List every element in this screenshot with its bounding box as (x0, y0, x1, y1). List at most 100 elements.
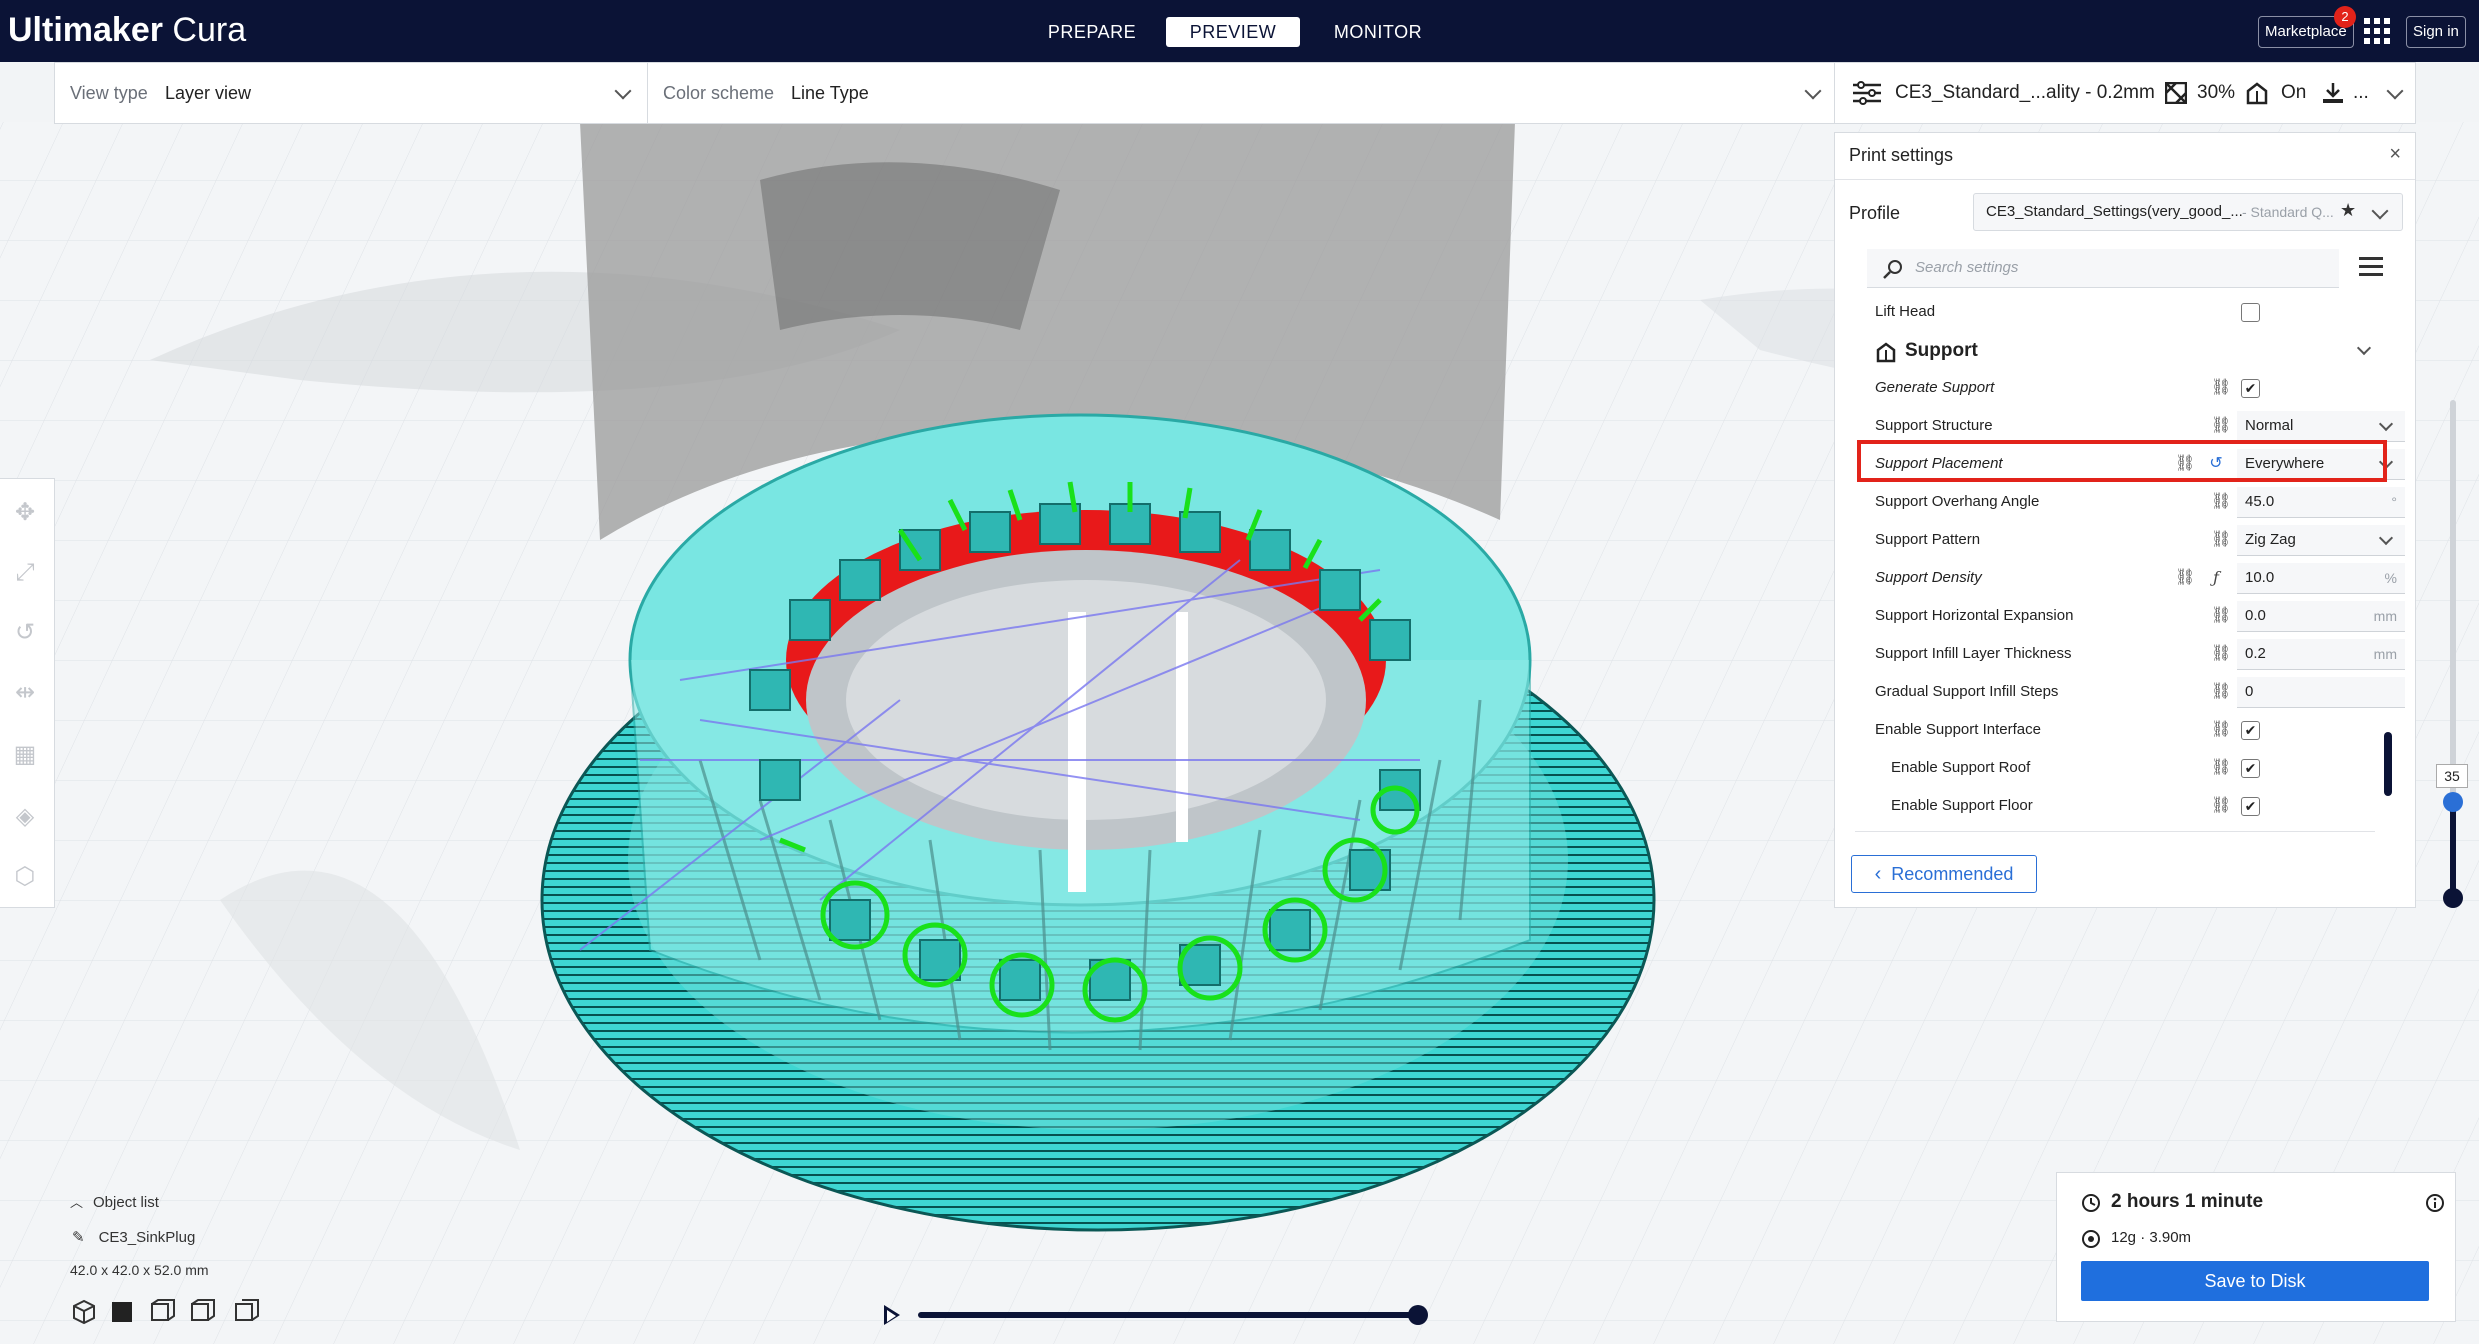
top-bar: Ultimaker Cura PREPARE PREVIEW MONITOR M… (0, 0, 2479, 62)
support-value: On (2281, 82, 2307, 103)
setting-label: Gradual Support Infill Steps (1875, 683, 2059, 700)
chevron-down-icon[interactable] (614, 82, 632, 100)
save-to-disk-button[interactable]: Save to Disk (2081, 1261, 2429, 1301)
support-pattern-select[interactable]: Zig Zag (2237, 525, 2405, 556)
support-structure-select[interactable]: Normal (2237, 411, 2405, 442)
stage-preview[interactable]: PREVIEW (1166, 17, 1300, 47)
setting-support-infill-layer-thickness: Support Infill Layer Thickness ⛓ 0.2 mm (1875, 635, 2405, 673)
path-slider-track[interactable] (918, 1312, 1418, 1318)
settings-visibility-menu-icon[interactable] (2359, 257, 2383, 277)
app-logo: Ultimaker Cura (8, 11, 247, 49)
enable-support-interface-checkbox[interactable]: ✔ (2241, 721, 2260, 740)
setting-enable-support-floor: Enable Support Floor ⛓ ✔ (1875, 787, 2375, 825)
spool-icon (2082, 1230, 2100, 1248)
view-type-dropdown[interactable]: Layer view (165, 63, 251, 123)
profile-summary: CE3_Standard_...ality - 0.2mm (1895, 82, 2155, 103)
chevron-down-icon[interactable] (2386, 82, 2404, 100)
print-setup-bar[interactable]: CE3_Standard_...ality - 0.2mm 30% On ... (1834, 62, 2416, 124)
function-icon: ƒ (2213, 568, 2219, 587)
setting-label: Enable Support Roof (1891, 759, 2031, 776)
profile-quality: - Standard Q... (2242, 204, 2334, 220)
setting-label: Lift Head (1875, 303, 1936, 320)
divider (647, 63, 648, 123)
profile-dropdown[interactable]: CE3_Standard_Settings(very_good_... - St… (1973, 193, 2403, 231)
setting-label: Support Horizontal Expansion (1875, 607, 2074, 624)
chevron-left-icon: ‹ (1874, 863, 1882, 885)
layer-number[interactable]: 35 (2436, 764, 2468, 788)
object-list-toggle[interactable]: ︿ Object list (70, 1192, 159, 1211)
link-icon: ⛓ (2211, 645, 2232, 662)
gradual-support-infill-steps-input[interactable]: 0 (2237, 677, 2405, 708)
setting-label: Generate Support (1875, 379, 1995, 396)
profile-name: CE3_Standard_Settings(very_good_... (1986, 203, 2243, 220)
setting-enable-support-interface: Enable Support Interface ⛓ ✔ (1875, 711, 2375, 749)
recommended-button[interactable]: ‹ Recommended (1851, 855, 2037, 893)
support-horizontal-expansion-input[interactable]: 0.0 mm (2237, 601, 2405, 632)
print-time: 2 hours 1 minute (2111, 1191, 2264, 1212)
setting-label: Enable Support Interface (1875, 721, 2041, 738)
view-type-label: View type (70, 83, 148, 103)
play-icon (887, 1310, 896, 1322)
setting-label: Support Density (1875, 569, 1982, 586)
lift-head-checkbox[interactable] (2241, 303, 2260, 322)
path-slider-handle[interactable] (1408, 1305, 1428, 1325)
link-icon: ⛓ (2211, 379, 2232, 396)
close-icon[interactable]: × (2389, 143, 2401, 166)
print-estimate-panel: 2 hours 1 minute 12g · 3.90m Save to Dis… (2056, 1172, 2456, 1322)
setting-support-density: Support Density ⛓ ƒ 10.0% (1875, 559, 2405, 597)
chevron-down-icon[interactable] (2371, 202, 2389, 220)
setting-enable-support-roof: Enable Support Roof ⛓ ✔ (1875, 749, 2375, 787)
layer-slider-bottom-handle[interactable] (2443, 888, 2463, 908)
divider (1835, 179, 2415, 180)
sliders-icon (1853, 81, 1881, 105)
enable-support-floor-checkbox[interactable]: ✔ (2241, 797, 2260, 816)
support-infill-layer-thickness-input[interactable]: 0.2 mm (2237, 639, 2405, 670)
setting-support-horizontal-expansion: Support Horizontal Expansion ⛓ 0.0 mm (1875, 597, 2405, 635)
setting-label: Enable Support Floor (1891, 797, 2033, 814)
enable-support-roof-checkbox[interactable]: ✔ (2241, 759, 2260, 778)
star-icon[interactable]: ★ (2340, 200, 2356, 221)
adhesion-value: ... (2353, 82, 2369, 103)
mirror-tool-icon[interactable]: ⇹ (11, 679, 39, 707)
section-title: Support (1905, 340, 1978, 361)
marketplace-badge: 2 (2334, 6, 2356, 28)
apps-grid-icon[interactable] (2364, 18, 2390, 44)
link-icon: ⛓ (2211, 721, 2232, 738)
adhesion-icon (2323, 83, 2343, 103)
custom-support-icon[interactable]: ⬡ (11, 863, 39, 891)
object-dimensions: 42.0 x 42.0 x 52.0 mm (70, 1262, 209, 1278)
layer-slider-top-handle[interactable] (2443, 792, 2463, 812)
chevron-up-icon: ︿ (70, 1195, 84, 1210)
setting-gradual-support-infill-steps: Gradual Support Infill Steps ⛓ 0 (1875, 673, 2405, 711)
per-model-settings-icon[interactable]: ▦ (11, 741, 39, 769)
generate-support-checkbox[interactable]: ✔ (2241, 379, 2260, 398)
info-icon[interactable] (2425, 1193, 2445, 1213)
move-tool-icon[interactable]: ✥ (11, 499, 39, 527)
search-input[interactable]: Search settings (1867, 249, 2339, 288)
chevron-down-icon[interactable] (1804, 82, 1822, 100)
setting-support-pattern: Support Pattern ⛓ Zig Zag (1875, 521, 2405, 559)
highlight-box (1857, 440, 2387, 482)
view-options-bar: View type Layer view Color scheme Line T… (54, 62, 1836, 124)
divider (1855, 831, 2375, 832)
link-icon: ⛓ (2211, 797, 2232, 814)
stage-monitor[interactable]: MONITOR (1314, 17, 1442, 47)
material-usage: 12g · 3.90m (2111, 1229, 2192, 1246)
scale-tool-icon[interactable]: ⤢ (11, 559, 39, 587)
settings-scrollbar[interactable] (2384, 732, 2392, 796)
link-icon: ⛓ (2175, 569, 2196, 586)
stage-prepare[interactable]: PREPARE (1032, 17, 1152, 47)
rotate-tool-icon[interactable]: ↺ (11, 619, 39, 647)
support-density-input[interactable]: 10.0% (2237, 563, 2405, 594)
pencil-icon[interactable]: ✎ (72, 1229, 85, 1246)
search-icon (1883, 260, 1902, 279)
object-name[interactable]: ✎ CE3_SinkPlug (72, 1228, 195, 1246)
sign-in-button[interactable]: Sign in (2406, 16, 2466, 48)
setting-label: Support Infill Layer Thickness (1875, 645, 2072, 662)
support-section-header[interactable]: Support (1875, 331, 2375, 371)
chevron-down-icon[interactable] (2356, 340, 2372, 356)
setting-support-overhang-angle: Support Overhang Angle ⛓ 45.0 ° (1875, 483, 2405, 521)
support-overhang-angle-input[interactable]: 45.0 ° (2237, 487, 2405, 518)
support-blocker-icon[interactable]: ◈ (11, 803, 39, 831)
color-scheme-dropdown[interactable]: Line Type (791, 63, 869, 123)
